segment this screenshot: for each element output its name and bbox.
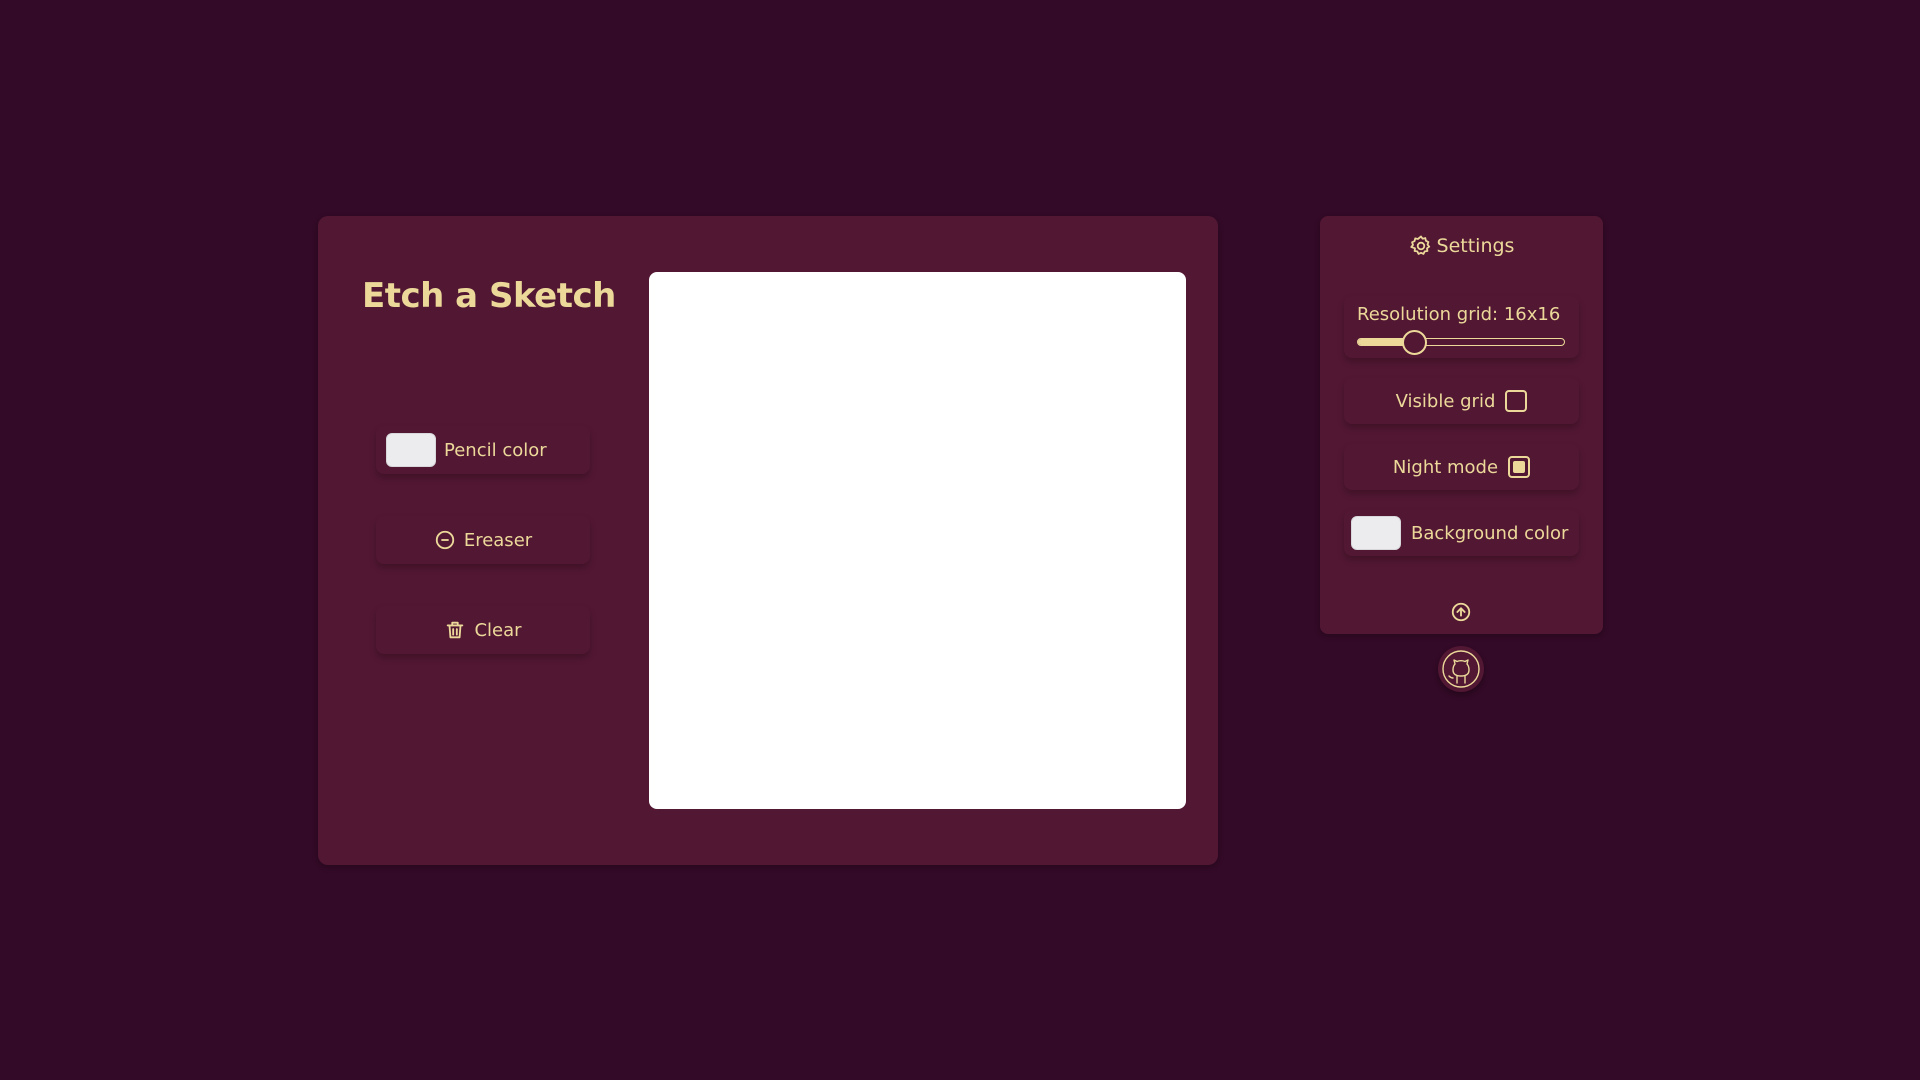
pencil-color-label: Pencil color <box>444 439 547 461</box>
resolution-slider[interactable] <box>1357 330 1565 355</box>
main-panel: Etch a Sketch Pencil color Ereaser Clear <box>318 216 1218 865</box>
clear-label: Clear <box>474 619 522 641</box>
settings-panel: Settings Resolution grid: 16x16 Visible … <box>1320 216 1603 634</box>
night-mode-label: Night mode <box>1392 456 1499 478</box>
background-color-setting[interactable]: Background color <box>1344 510 1579 556</box>
resolution-label: Resolution grid: 16x16 <box>1357 304 1561 325</box>
drawing-canvas[interactable] <box>649 272 1186 809</box>
arrow-up-circle-icon <box>1450 601 1472 623</box>
night-mode-setting[interactable]: Night mode <box>1344 444 1579 490</box>
eraser-button[interactable]: Ereaser <box>376 516 590 564</box>
background-color-swatch[interactable] <box>1351 516 1401 550</box>
clear-button[interactable]: Clear <box>376 606 590 654</box>
visible-grid-label: Visible grid <box>1395 390 1496 412</box>
background-color-label: Background color <box>1411 522 1569 544</box>
gear-icon <box>1409 234 1433 258</box>
trash-icon <box>444 619 466 641</box>
settings-header: Settings <box>1320 234 1603 258</box>
visible-grid-checkbox[interactable] <box>1505 390 1528 412</box>
eraser-label: Ereaser <box>463 529 533 551</box>
app-title: Etch a Sketch <box>362 276 616 316</box>
night-mode-checkbox[interactable] <box>1508 456 1531 478</box>
pencil-color-swatch[interactable] <box>386 433 436 467</box>
resolution-setting: Resolution grid: 16x16 <box>1344 296 1579 358</box>
pencil-color-button[interactable]: Pencil color <box>376 426 590 474</box>
visible-grid-setting[interactable]: Visible grid <box>1344 378 1579 424</box>
resolution-slider-thumb[interactable] <box>1401 330 1427 355</box>
github-link-button[interactable] <box>1438 646 1484 692</box>
minus-circle-icon <box>434 529 456 551</box>
collapse-settings-button[interactable] <box>1450 601 1472 623</box>
settings-title: Settings <box>1436 235 1515 257</box>
github-icon <box>1440 648 1482 690</box>
